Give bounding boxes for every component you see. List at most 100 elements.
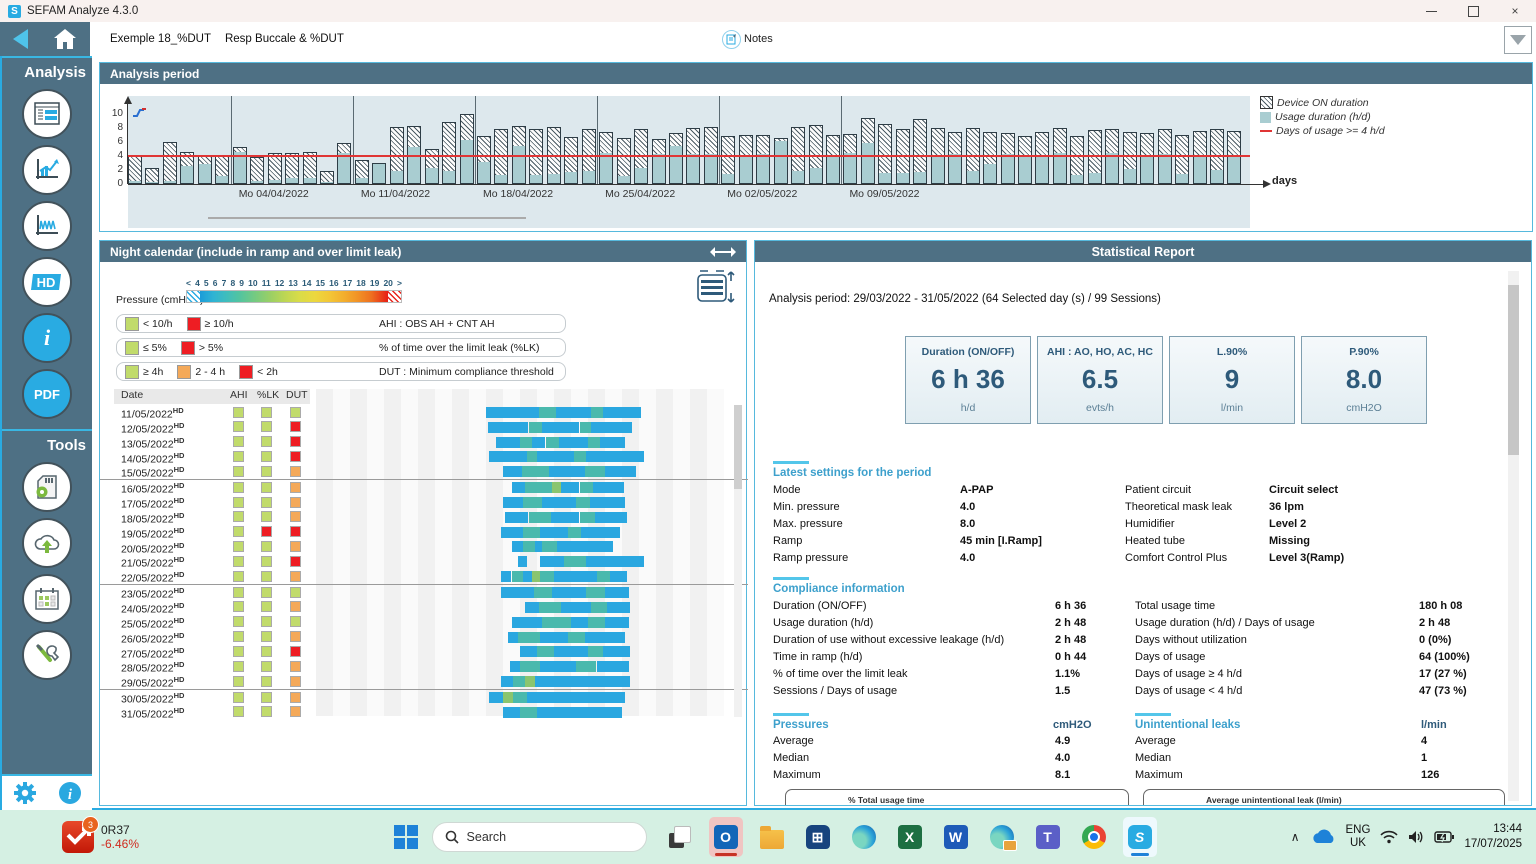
calendar-row[interactable]: 15/05/2022HD (100, 464, 748, 480)
calendar-vertical-scrollbar[interactable] (734, 405, 742, 717)
back-button[interactable] (13, 29, 28, 49)
report-view-button[interactable] (22, 89, 72, 139)
calendar-row[interactable]: 26/05/2022HD (100, 630, 748, 645)
teams-button[interactable]: T (1031, 817, 1065, 857)
device-on-bar (826, 135, 840, 184)
settings-tool-button[interactable] (22, 630, 72, 680)
calendar-tool-button[interactable] (22, 574, 72, 624)
settings-gear-button[interactable] (13, 781, 37, 805)
usage-bar (949, 154, 961, 183)
calendar-row[interactable]: 18/05/2022HD (100, 510, 748, 525)
stat-label: Comfort Control Plus (1125, 552, 1227, 564)
home-button[interactable] (53, 28, 77, 50)
info-view-button[interactable]: i (22, 313, 72, 363)
start-button[interactable] (394, 825, 418, 849)
widgets-button[interactable]: 3 0R37 -6.46% (62, 821, 139, 853)
hd-flag: HD (174, 631, 185, 640)
calendar-row[interactable]: 11/05/2022HD (100, 405, 748, 420)
usage-bar (1228, 157, 1240, 184)
tab-resp-buccale[interactable]: Resp Buccale & %DUT (225, 33, 344, 45)
summary-box-unit: h/d (906, 402, 1030, 414)
stat-value: Circuit select (1269, 484, 1338, 496)
calendar-row[interactable]: 24/05/2022HD (100, 600, 748, 615)
about-info-button[interactable]: i (58, 781, 82, 805)
language-indicator[interactable]: ENG UK (1346, 824, 1371, 850)
timeline-segment (540, 632, 567, 643)
usage-bar (321, 182, 333, 183)
stat-value: 2 h 48 (1419, 617, 1450, 629)
usage-bar (967, 171, 979, 184)
search-box[interactable]: Search (432, 822, 647, 852)
pressure-tick: 19 (370, 278, 379, 288)
maximize-button[interactable] (1452, 0, 1494, 22)
calendar-row[interactable]: 25/05/2022HD (100, 615, 748, 630)
chart-horizontal-scrollbar[interactable] (208, 217, 526, 219)
cloud-upload-tool-button[interactable] (22, 518, 72, 568)
volume-icon[interactable] (1408, 830, 1424, 844)
timeline-segment (525, 482, 552, 493)
word-button[interactable]: W (939, 817, 973, 857)
notes-button[interactable]: Notes (722, 22, 773, 56)
pressure-color-scale (186, 290, 402, 303)
report-vertical-scrollbar[interactable] (1508, 271, 1519, 801)
task-view-button[interactable] (663, 817, 697, 857)
hd-flag: HD (174, 660, 185, 669)
hd-data-button[interactable]: HD (22, 257, 72, 307)
calendar-row[interactable]: 30/05/2022HD (100, 690, 748, 705)
sd-card-tool-button[interactable] (22, 462, 72, 512)
stat-value: 4.0 (960, 501, 975, 513)
calendar-row[interactable]: 12/05/2022HD (100, 420, 748, 435)
minimize-button[interactable] (1410, 0, 1452, 22)
usage-timeline (316, 645, 724, 660)
stat-row: Heated tubeMissing (1125, 535, 1515, 552)
analysis-plot[interactable]: Mo 04/04/2022Mo 11/04/2022Mo 18/04/2022M… (128, 106, 1250, 184)
microsoft-store-button[interactable]: ⊞ (801, 817, 835, 857)
pdf-export-button[interactable]: PDF (22, 369, 72, 419)
excel-button[interactable]: X (893, 817, 927, 857)
calendar-row[interactable]: 17/05/2022HD (100, 495, 748, 510)
trends-view-button[interactable] (22, 145, 72, 195)
stat-label: Average (773, 735, 814, 747)
calendar-row[interactable]: 16/05/2022HD (100, 480, 748, 495)
file-explorer-button[interactable] (755, 817, 789, 857)
onedrive-icon[interactable] (1310, 828, 1336, 846)
tray-overflow-chevron[interactable]: ∧ (1291, 830, 1300, 844)
tab-exemple[interactable]: Exemple 18_%DUT (110, 33, 211, 45)
sefam-analyze-taskbar-button[interactable]: S (1123, 817, 1157, 857)
calendar-sort-icon[interactable] (696, 269, 738, 305)
calendar-row[interactable]: 20/05/2022HD (100, 540, 748, 555)
pressure-tick: 20 (383, 278, 392, 288)
wifi-icon[interactable] (1380, 830, 1398, 844)
timeline-segment (503, 497, 523, 508)
summary-box-value: 6 h 36 (906, 364, 1030, 395)
outlook-button[interactable]: O (709, 817, 743, 857)
usage-timeline (316, 480, 724, 495)
panel-dropdown-button[interactable] (1504, 26, 1532, 54)
close-button[interactable]: × (1494, 0, 1536, 22)
calendar-row[interactable]: 14/05/2022HD (100, 450, 748, 465)
calendar-row[interactable]: 29/05/2022HD (100, 674, 748, 690)
resize-horizontal-icon[interactable] (710, 246, 736, 258)
calendar-row[interactable]: 19/05/2022HD (100, 525, 748, 540)
calendar-row[interactable]: 31/05/2022HD (100, 705, 748, 720)
calendar-row[interactable]: 21/05/2022HD (100, 554, 748, 569)
stat-label: Min. pressure (773, 501, 840, 513)
clock[interactable]: 13:44 17/07/2025 (1464, 822, 1522, 852)
calendar-row[interactable]: 22/05/2022HD (100, 569, 748, 585)
calendar-row[interactable]: 27/05/2022HD (100, 645, 748, 660)
battery-icon[interactable] (1434, 831, 1454, 843)
stat-value: 0 h 44 (1055, 651, 1086, 663)
stat-row: Duration of use without excessive leakag… (773, 634, 1133, 651)
calendar-row[interactable]: 23/05/2022HD (100, 585, 748, 600)
timeline-segment (520, 646, 537, 657)
calendar-row[interactable]: 28/05/2022HD (100, 659, 748, 674)
stat-label: Median (773, 752, 809, 764)
hd-flag: HD (174, 616, 185, 625)
signals-view-button[interactable] (22, 201, 72, 251)
usage-bar (461, 140, 473, 183)
chrome-button[interactable] (1077, 817, 1111, 857)
calendar-row[interactable]: 13/05/2022HD (100, 435, 748, 450)
device-on-swatch (1260, 96, 1273, 109)
edge-work-button[interactable] (985, 817, 1019, 857)
edge-button[interactable] (847, 817, 881, 857)
